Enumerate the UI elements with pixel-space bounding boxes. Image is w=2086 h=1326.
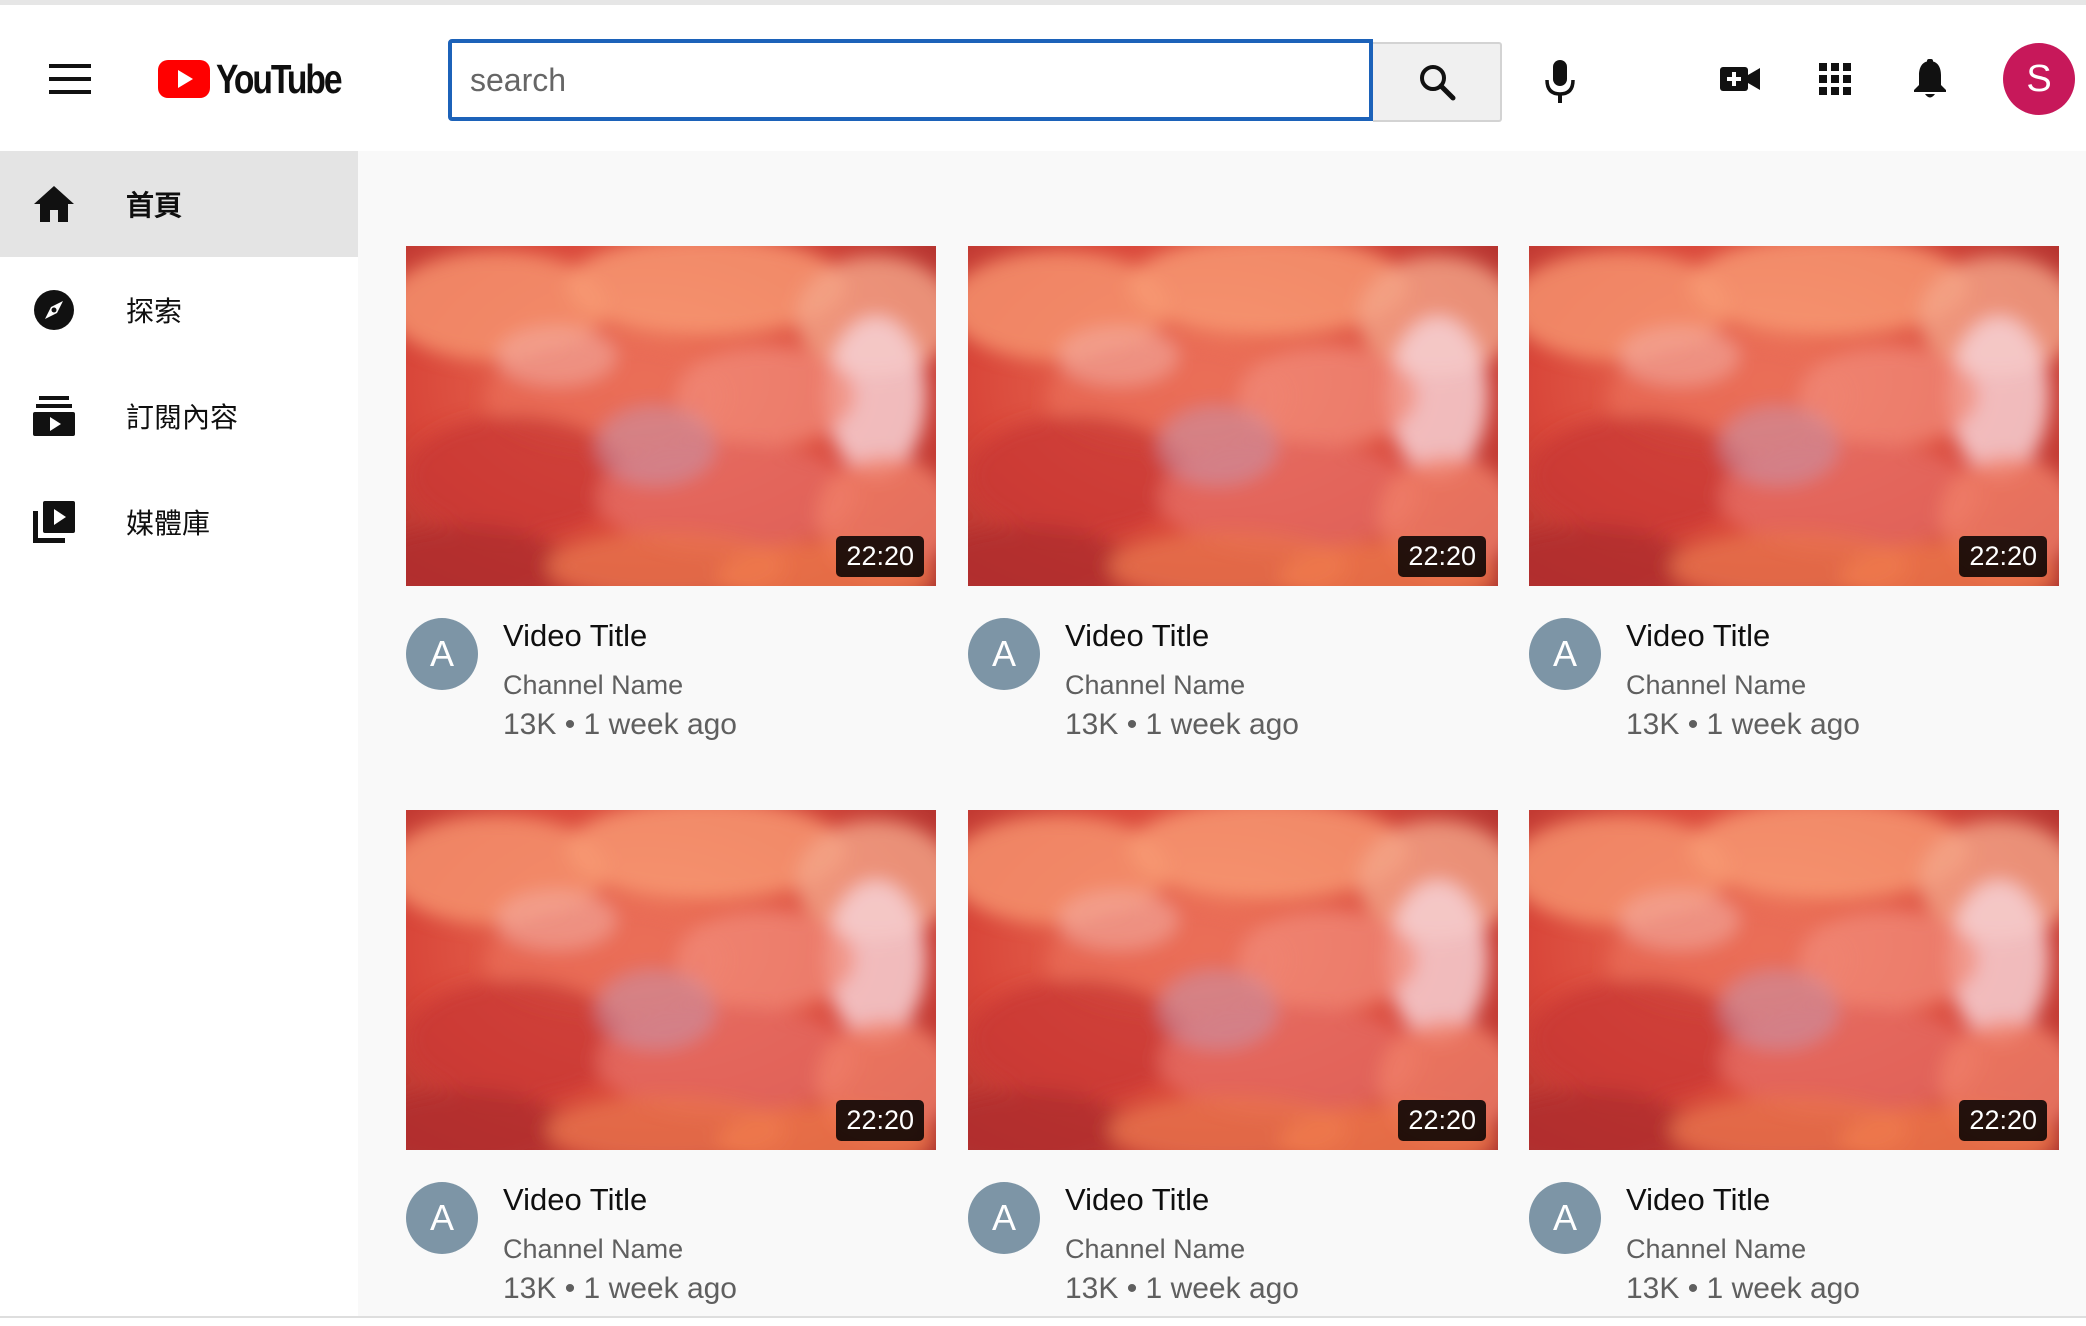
search-input[interactable] <box>452 43 1369 117</box>
video-card: 22:20 A Video Title Channel Name 13K • 1… <box>406 246 936 756</box>
channel-name[interactable]: Channel Name <box>503 1234 683 1265</box>
video-stats: 13K • 1 week ago <box>1626 1272 1860 1305</box>
duration-badge: 22:20 <box>836 536 924 577</box>
bottom-border <box>0 1316 2086 1326</box>
video-grid: 22:20 A Video Title Channel Name 13K • 1… <box>358 151 2086 1316</box>
video-meta: A Video Title Channel Name 13K • 1 week … <box>1529 1150 2059 1320</box>
sidebar-item-home[interactable]: 首頁 <box>0 151 358 257</box>
channel-avatar[interactable]: A <box>1529 1182 1601 1254</box>
video-thumbnail[interactable]: 22:20 <box>1529 246 2059 586</box>
sidebar-item-label: 訂閱內容 <box>126 401 239 434</box>
channel-avatar[interactable]: A <box>968 1182 1040 1254</box>
video-card: 22:20 A Video Title Channel Name 13K • 1… <box>968 246 1498 756</box>
sidebar-item-subscriptions[interactable]: 訂閱內容 <box>0 363 358 469</box>
video-stats: 13K • 1 week ago <box>1065 708 1299 741</box>
channel-avatar[interactable]: A <box>406 618 478 690</box>
video-title[interactable]: Video Title <box>1065 618 1209 654</box>
sidebar: 首頁 探索 訂閱內容 媒體庫 <box>0 151 358 1326</box>
notifications-button[interactable] <box>1900 49 1960 109</box>
video-card: 22:20 A Video Title Channel Name 13K • 1… <box>1529 810 2059 1320</box>
sidebar-item-explore[interactable]: 探索 <box>0 257 358 363</box>
apps-icon <box>1819 63 1851 95</box>
account-avatar[interactable]: S <box>2003 43 2075 115</box>
channel-name[interactable]: Channel Name <box>1626 1234 1806 1265</box>
masthead: YouTube search S <box>0 5 2086 151</box>
video-stats: 13K • 1 week ago <box>503 708 737 741</box>
create-video-icon <box>1720 67 1760 91</box>
video-card: 22:20 A Video Title Channel Name 13K • 1… <box>406 810 936 1320</box>
video-card: 22:20 A Video Title Channel Name 13K • 1… <box>968 810 1498 1320</box>
create-button[interactable] <box>1710 49 1770 109</box>
channel-avatar[interactable]: A <box>406 1182 478 1254</box>
sidebar-item-label: 媒體庫 <box>126 507 211 540</box>
video-meta: A Video Title Channel Name 13K • 1 week … <box>406 586 936 756</box>
video-stats: 13K • 1 week ago <box>1065 1272 1299 1305</box>
duration-badge: 22:20 <box>1959 536 2047 577</box>
video-meta: A Video Title Channel Name 13K • 1 week … <box>406 1150 936 1320</box>
menu-icon <box>49 64 91 94</box>
video-meta: A Video Title Channel Name 13K • 1 week … <box>1529 586 2059 756</box>
video-title[interactable]: Video Title <box>1065 1182 1209 1218</box>
library-icon <box>28 496 80 548</box>
home-icon <box>28 178 80 230</box>
voice-search-button[interactable] <box>1530 51 1590 115</box>
search-box[interactable] <box>448 39 1373 121</box>
thumbnail-image <box>968 246 1498 586</box>
channel-avatar[interactable]: A <box>968 618 1040 690</box>
sidebar-item-library[interactable]: 媒體庫 <box>0 469 358 575</box>
video-stats: 13K • 1 week ago <box>1626 708 1860 741</box>
channel-name[interactable]: Channel Name <box>1065 670 1245 701</box>
duration-badge: 22:20 <box>1959 1100 2047 1141</box>
explore-icon <box>28 284 80 336</box>
video-meta: A Video Title Channel Name 13K • 1 week … <box>968 1150 1498 1320</box>
logo-text: YouTube <box>216 55 343 102</box>
youtube-logo[interactable]: YouTube <box>158 55 368 103</box>
mic-icon <box>1545 60 1575 103</box>
duration-badge: 22:20 <box>1398 536 1486 577</box>
youtube-play-icon <box>158 60 210 98</box>
video-title[interactable]: Video Title <box>503 618 647 654</box>
channel-name[interactable]: Channel Name <box>1626 670 1806 701</box>
sidebar-item-label: 探索 <box>126 295 183 328</box>
channel-name[interactable]: Channel Name <box>1065 1234 1245 1265</box>
thumbnail-image <box>406 810 936 1150</box>
subscriptions-icon <box>28 390 80 442</box>
video-meta: A Video Title Channel Name 13K • 1 week … <box>968 586 1498 756</box>
video-thumbnail[interactable]: 22:20 <box>1529 810 2059 1150</box>
apps-button[interactable] <box>1805 49 1865 109</box>
video-title[interactable]: Video Title <box>1626 618 1770 654</box>
duration-badge: 22:20 <box>836 1100 924 1141</box>
video-thumbnail[interactable]: 22:20 <box>406 810 936 1150</box>
video-title[interactable]: Video Title <box>1626 1182 1770 1218</box>
search-icon <box>1419 65 1455 101</box>
video-title[interactable]: Video Title <box>503 1182 647 1218</box>
video-card: 22:20 A Video Title Channel Name 13K • 1… <box>1529 246 2059 756</box>
thumbnail-image <box>1529 810 2059 1150</box>
video-stats: 13K • 1 week ago <box>503 1272 737 1305</box>
channel-name[interactable]: Channel Name <box>503 670 683 701</box>
video-thumbnail[interactable]: 22:20 <box>406 246 936 586</box>
video-thumbnail[interactable]: 22:20 <box>968 246 1498 586</box>
thumbnail-image <box>1529 246 2059 586</box>
thumbnail-image <box>406 246 936 586</box>
menu-button[interactable] <box>38 47 102 111</box>
channel-avatar[interactable]: A <box>1529 618 1601 690</box>
duration-badge: 22:20 <box>1398 1100 1486 1141</box>
sidebar-item-label: 首頁 <box>126 189 183 222</box>
search-button[interactable] <box>1373 42 1502 122</box>
youtube-page: YouTube search S 首頁 探索 訂閱內容 媒體庫 22:20 A … <box>0 0 2086 1326</box>
thumbnail-image <box>968 810 1498 1150</box>
notifications-icon <box>1914 59 1946 98</box>
video-thumbnail[interactable]: 22:20 <box>968 810 1498 1150</box>
